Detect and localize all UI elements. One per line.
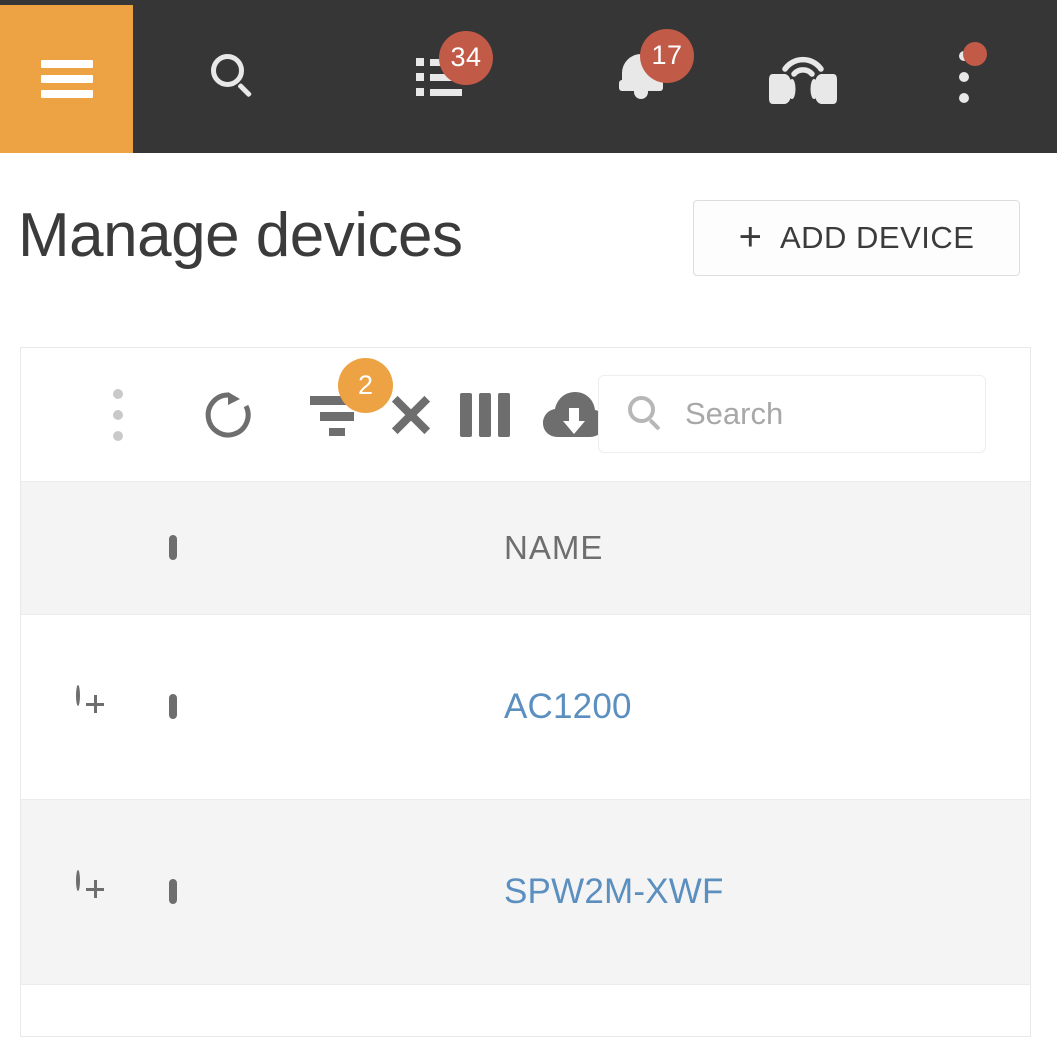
device-name-link[interactable]: AC1200 — [504, 687, 632, 727]
clear-filter-icon — [388, 392, 434, 438]
tasks-badge: 34 — [439, 31, 493, 85]
table-search-box[interactable] — [598, 375, 986, 453]
clear-filters-button[interactable] — [386, 348, 436, 481]
choose-columns-button[interactable] — [459, 348, 511, 481]
checkbox-icon — [169, 535, 177, 560]
plus-circle-icon — [76, 685, 80, 706]
table-options-button[interactable] — [81, 348, 155, 481]
add-device-button[interactable]: + ADD DEVICE — [693, 200, 1020, 276]
table-row[interactable]: SPW2M-XWF — [21, 800, 1030, 985]
top-app-bar: 34 17 — [0, 0, 1057, 153]
search-icon — [628, 396, 664, 432]
search-icon — [211, 54, 257, 100]
columns-icon — [460, 393, 510, 437]
plus-circle-icon — [76, 870, 80, 891]
plus-icon: + — [739, 217, 762, 257]
topbar-announcements-button[interactable] — [757, 0, 849, 153]
kebab-menu-icon — [113, 389, 123, 441]
checkbox-icon — [169, 879, 177, 904]
refresh-icon — [203, 390, 253, 440]
table-row[interactable]: AC1200 — [21, 615, 1030, 800]
filter-button[interactable]: 2 — [299, 348, 375, 481]
expand-row-button[interactable] — [76, 872, 116, 912]
broadcast-icon — [767, 48, 839, 106]
row-select-checkbox[interactable] — [169, 698, 177, 716]
topbar-tasks-button[interactable]: 34 — [393, 0, 485, 153]
page-header: Manage devices + ADD DEVICE — [0, 153, 1057, 347]
cloud-download-icon — [542, 391, 606, 439]
select-all-checkbox[interactable] — [169, 539, 177, 557]
checkbox-icon — [169, 694, 177, 719]
more-options-badge-dot — [963, 42, 987, 66]
page-title: Manage devices — [18, 205, 463, 267]
topbar-notifications-button[interactable]: 17 — [595, 0, 687, 153]
search-input[interactable] — [685, 396, 965, 432]
column-header-name[interactable]: NAME — [504, 529, 603, 567]
hamburger-menu-button[interactable] — [0, 5, 133, 153]
notifications-badge: 17 — [640, 29, 694, 83]
topbar-more-options-button[interactable] — [918, 0, 1010, 153]
refresh-button[interactable] — [191, 348, 265, 481]
add-device-label: ADD DEVICE — [780, 220, 974, 256]
table-row-partial[interactable] — [21, 985, 1030, 1037]
expand-row-button[interactable] — [76, 687, 116, 727]
hamburger-menu-icon — [41, 53, 93, 105]
table-header-row: NAME — [21, 482, 1030, 615]
row-select-checkbox[interactable] — [169, 883, 177, 901]
topbar-search-button[interactable] — [188, 0, 280, 153]
device-name-link[interactable]: SPW2M-XWF — [504, 872, 724, 912]
filter-count-badge: 2 — [338, 358, 393, 413]
export-download-button[interactable] — [542, 348, 606, 481]
